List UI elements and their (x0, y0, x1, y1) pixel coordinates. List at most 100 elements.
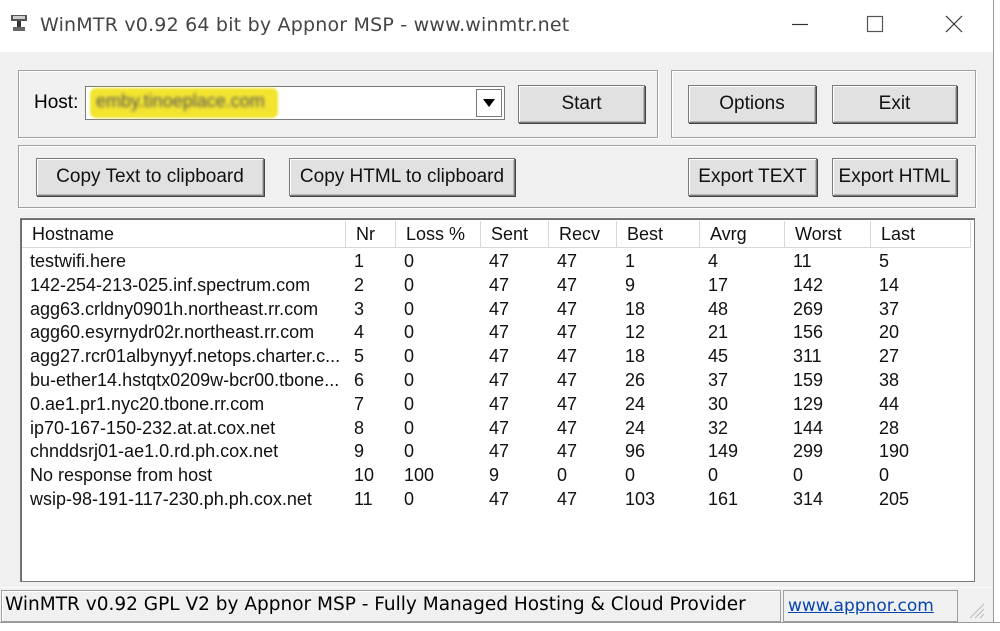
maximize-button[interactable] (845, 0, 905, 48)
cell-last: 205 (879, 489, 910, 509)
cell-recv: 47 (557, 393, 578, 414)
cell-hostname: agg27.rcr01albynyyf.netops.charter.c... (30, 346, 341, 367)
cell-hostname: agg60.esyrnydr02r.northeast.rr.com (30, 322, 315, 343)
cell-nr: 3 (354, 298, 365, 319)
cell-last: 5 (879, 251, 890, 271)
column-header-hostname[interactable]: Hostname (22, 221, 346, 248)
cell-hostname: agg63.crldny0901h.northeast.rr.com (30, 298, 319, 319)
cell-nr: 10 (354, 465, 375, 486)
cell-avrg: 21 (708, 322, 729, 343)
cell-loss: 0 (404, 441, 415, 462)
column-header-worst[interactable]: Worst (785, 221, 871, 248)
host-dropdown-button[interactable] (476, 89, 502, 117)
cell-avrg: 17 (708, 274, 729, 295)
table-row[interactable]: agg27.rcr01albynyyf.netops.charter.c... 5… (22, 344, 962, 368)
cell-last: 28 (879, 417, 900, 438)
table-row[interactable]: ip70-167-150-232.at.at.cox.net 8 0 47 47 24 32… (22, 416, 962, 440)
cell-avrg: 4 (708, 251, 719, 271)
cell-recv: 47 (557, 298, 578, 319)
cell-avrg: 45 (708, 346, 729, 367)
cell-nr: 7 (354, 393, 365, 414)
chevron-down-icon (483, 99, 495, 107)
cell-loss: 0 (404, 251, 415, 271)
cell-hostname: testwifi.here (30, 251, 127, 271)
cell-nr: 2 (354, 274, 365, 295)
host-input[interactable]: emby.tinoeplace.com (96, 91, 265, 112)
cell-hostname: 0.ae1.pr1.nyc20.tbone.rr.com (30, 393, 265, 414)
column-header-nr[interactable]: Nr (346, 221, 396, 248)
cell-recv: 47 (557, 417, 578, 438)
table-row[interactable]: agg60.esyrnydr02r.northeast.rr.com 4 0 47 47… (22, 320, 962, 344)
cell-hostname: No response from host (30, 465, 213, 486)
table-row[interactable]: bu-ether14.hstqtx0209w-bcr00.tbone... 6 0 4… (22, 368, 962, 392)
cell-sent: 47 (489, 346, 510, 367)
cell-loss: 0 (404, 489, 415, 509)
cell-worst: 11 (793, 251, 812, 271)
cell-hostname: 142-254-213-025.inf.spectrum.com (30, 274, 311, 295)
cell-sent: 47 (489, 298, 510, 319)
cell-best: 0 (625, 465, 636, 486)
table-row[interactable]: No response from host 10 100 9 0 0 0 0 0 (22, 463, 962, 487)
cell-worst: 0 (793, 465, 804, 486)
column-header-loss[interactable]: Loss % (396, 221, 481, 248)
table-row[interactable]: 142-254-213-025.inf.spectrum.com 2 0 47 47 9 1… (22, 273, 962, 297)
cell-loss: 0 (404, 298, 415, 319)
cell-avrg: 32 (708, 417, 729, 438)
cell-best: 18 (625, 346, 646, 367)
cell-hostname: chnddsrj01-ae1.0.rd.ph.cox.net (30, 441, 279, 462)
cell-last: 37 (879, 298, 900, 319)
column-header-sent[interactable]: Sent (481, 221, 549, 248)
cell-worst: 142 (793, 274, 824, 295)
column-header-recv[interactable]: Recv (549, 221, 617, 248)
cell-sent: 47 (489, 370, 510, 390)
cell-loss: 0 (404, 393, 415, 414)
cell-best: 26 (625, 370, 646, 390)
cell-recv: 47 (557, 441, 578, 462)
exit-button[interactable]: Exit (832, 85, 957, 123)
export-text-button[interactable]: Export TEXT (688, 158, 817, 196)
column-header-best[interactable]: Best (617, 221, 700, 248)
minimize-button[interactable] (770, 0, 830, 48)
cell-best: 18 (625, 298, 646, 319)
options-button[interactable]: Options (688, 85, 816, 123)
cell-worst: 156 (793, 322, 824, 343)
background-window-strip (0, 622, 1000, 631)
cell-best: 103 (625, 489, 656, 509)
cell-sent: 47 (489, 322, 510, 343)
cell-last: 14 (879, 274, 900, 295)
cell-avrg: 37 (708, 370, 729, 390)
appnor-link[interactable]: www.appnor.com (788, 596, 934, 616)
cell-nr: 5 (354, 346, 365, 367)
table-row[interactable]: wsip-98-191-117-230.ph.ph.cox.net 11 0 47 47… (22, 487, 962, 511)
table-row[interactable]: 0.ae1.pr1.nyc20.tbone.rr.com 7 0 47 47 24 30 12… (22, 392, 962, 416)
start-button[interactable]: Start (518, 85, 645, 123)
cell-worst: 144 (793, 417, 824, 438)
column-header-avrg[interactable]: Avrg (700, 221, 785, 248)
cell-avrg: 161 (708, 489, 739, 509)
cell-worst: 314 (793, 489, 824, 509)
table-row[interactable]: agg63.crldny0901h.northeast.rr.com 3 0 47 47… (22, 297, 962, 321)
export-html-button[interactable]: Export HTML (832, 158, 957, 196)
cell-recv: 47 (557, 274, 578, 295)
cell-hostname: wsip-98-191-117-230.ph.ph.cox.net (30, 489, 312, 509)
status-text: WinMTR v0.92 GPL V2 by Appnor MSP - Full… (5, 594, 746, 615)
cell-sent: 47 (489, 489, 510, 509)
host-label: Host: (34, 92, 79, 113)
table-row[interactable]: chnddsrj01-ae1.0.rd.ph.cox.net 9 0 47 47 96 14… (22, 439, 962, 463)
close-icon (945, 15, 963, 33)
cell-avrg: 149 (708, 441, 739, 462)
resize-grip-icon[interactable] (962, 598, 986, 620)
title-bar[interactable]: WinMTR v0.92 64 bit by Appnor MSP - www.… (0, 0, 1000, 52)
copy-html-button[interactable]: Copy HTML to clipboard (289, 158, 515, 196)
cell-last: 38 (879, 370, 900, 390)
cell-nr: 8 (354, 417, 365, 438)
cell-worst: 129 (793, 393, 824, 414)
table-row[interactable]: testwifi.here 1 0 47 47 1 4 11 5 (22, 249, 962, 273)
column-header-last[interactable]: Last (871, 221, 971, 248)
cell-loss: 0 (404, 417, 415, 438)
cell-sent: 47 (489, 274, 510, 295)
close-button[interactable] (924, 0, 984, 48)
copy-text-button[interactable]: Copy Text to clipboard (36, 158, 264, 196)
cell-recv: 47 (557, 251, 578, 271)
cell-recv: 47 (557, 346, 578, 367)
